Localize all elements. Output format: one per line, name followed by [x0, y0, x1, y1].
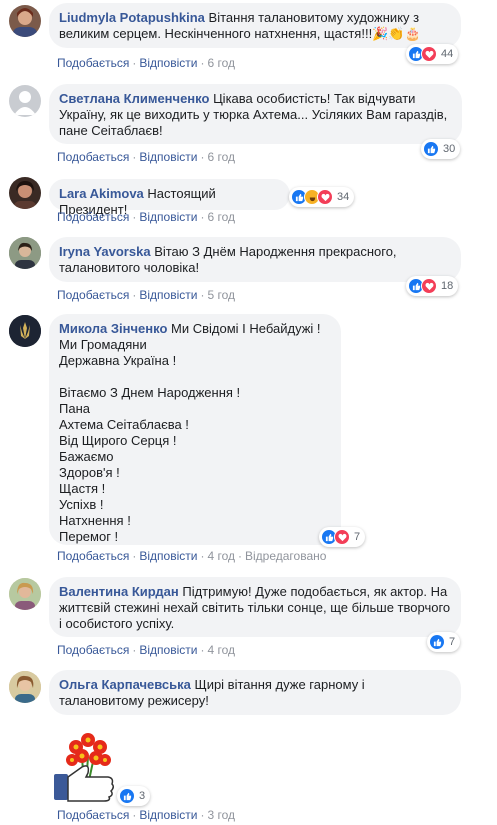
avatar[interactable] [9, 671, 41, 703]
timestamp[interactable]: 6 год [207, 56, 235, 70]
avatar[interactable] [9, 237, 41, 269]
separator: · [132, 808, 137, 822]
reactions-summary[interactable]: 18 [406, 276, 459, 296]
comment-bubble: Iryna Yavorska Вітаю З Днём Народження п… [49, 237, 461, 282]
reply-link[interactable]: Відповісти [139, 808, 197, 822]
separator: · [200, 210, 205, 224]
separator: · [132, 56, 137, 70]
comment-bubble: Liudmyla Potapushkina Вітання талановито… [49, 3, 461, 48]
separator: · [132, 643, 137, 657]
separator: · [200, 808, 205, 822]
separator: · [200, 549, 205, 563]
love-reaction-icon [334, 529, 350, 545]
comment-actions: Подобається · Відповісти · 3 год [57, 808, 235, 822]
reactions-summary[interactable]: 7 [319, 527, 366, 547]
like-link[interactable]: Подобається [57, 288, 129, 302]
comment-author[interactable]: Светлана Клименченко [59, 91, 209, 106]
timestamp[interactable]: 5 год [207, 288, 235, 302]
reply-link[interactable]: Відповісти [139, 643, 197, 657]
separator: · [132, 150, 137, 164]
comment-actions: Подобається · Відповісти · 6 год [57, 210, 235, 224]
flowers-thumbs-up-sticker [52, 727, 124, 803]
reactions-summary[interactable]: 3 [117, 786, 151, 806]
comment-author[interactable]: Ольга Карпачевська [59, 677, 191, 692]
reply-link[interactable]: Відповісти [139, 56, 197, 70]
separator: · [132, 210, 137, 224]
like-link[interactable]: Подобається [57, 808, 129, 822]
reactions-count: 34 [337, 191, 350, 203]
reactions-count: 7 [354, 531, 361, 543]
love-reaction-icon [421, 278, 437, 294]
avatar[interactable] [9, 177, 41, 209]
separator: · [200, 288, 205, 302]
comment-author[interactable]: Микола Зінченко [59, 321, 167, 336]
reactions-count: 18 [441, 280, 454, 292]
edited-label[interactable]: Відредаговано [245, 549, 326, 563]
like-link[interactable]: Подобається [57, 549, 129, 563]
reactions-count: 44 [441, 48, 454, 60]
timestamp[interactable]: 3 год [207, 808, 235, 822]
like-reaction-icon [429, 634, 445, 650]
like-link[interactable]: Подобається [57, 150, 129, 164]
love-reaction-icon [317, 189, 333, 205]
timestamp[interactable]: 6 год [207, 150, 235, 164]
like-reaction-icon [423, 141, 439, 157]
reply-link[interactable]: Відповісти [139, 288, 197, 302]
like-link[interactable]: Подобається [57, 210, 129, 224]
reactions-count: 30 [443, 143, 456, 155]
comment-bubble: Светлана Клименченко Цікава особистість!… [49, 84, 462, 144]
avatar[interactable] [9, 315, 41, 347]
comment-author[interactable]: Iryna Yavorska [59, 244, 151, 259]
separator: · [238, 549, 242, 563]
comment-bubble: Валентина Кирдан Підтримую! Дуже подобає… [49, 577, 461, 637]
separator: · [132, 549, 137, 563]
timestamp[interactable]: 4 год [207, 549, 235, 563]
reactions-summary[interactable]: 34 [289, 187, 355, 207]
reply-link[interactable]: Відповісти [139, 210, 197, 224]
avatar[interactable] [9, 85, 41, 117]
comment-actions: Подобається · Відповісти · 5 год [57, 288, 235, 302]
reactions-summary[interactable]: 30 [421, 139, 461, 159]
separator: · [200, 150, 205, 164]
timestamp[interactable]: 6 год [207, 210, 235, 224]
like-link[interactable]: Подобається [57, 643, 129, 657]
comment-author[interactable]: Lara Akimova [59, 186, 144, 201]
reactions-count: 7 [449, 636, 456, 648]
comment-actions: Подобається · Відповісти · 6 год [57, 150, 235, 164]
reactions-summary[interactable]: 7 [427, 632, 461, 652]
love-reaction-icon [421, 46, 437, 62]
avatar[interactable] [9, 5, 41, 37]
comment-actions: Подобається · Відповісти · 6 год [57, 56, 235, 70]
reply-link[interactable]: Відповісти [139, 549, 197, 563]
reply-link[interactable]: Відповісти [139, 150, 197, 164]
comment-bubble: Микола Зінченко Ми Свідомі І Небайдужі !… [49, 314, 341, 545]
separator: · [132, 288, 137, 302]
timestamp[interactable]: 4 год [207, 643, 235, 657]
reactions-count: 3 [139, 790, 146, 802]
comment-author[interactable]: Валентина Кирдан [59, 584, 179, 599]
reactions-summary[interactable]: 44 [406, 44, 459, 64]
comment-text: Ми Свідомі І Небайдужі ! Ми Громадяни Де… [59, 321, 321, 544]
comment-bubble: Ольга Карпачевська Щирі вітання дуже гар… [49, 670, 461, 715]
comment-author[interactable]: Liudmyla Potapushkina [59, 10, 205, 25]
separator: · [200, 643, 205, 657]
comment-actions: Подобається · Відповісти · 4 год · Відредагова… [57, 549, 326, 563]
comment-bubble: Lara Akimova Настоящий Президент! [49, 179, 290, 217]
like-reaction-icon [119, 788, 135, 804]
avatar[interactable] [9, 578, 41, 610]
separator: · [200, 56, 205, 70]
like-link[interactable]: Подобається [57, 56, 129, 70]
comment-actions: Подобається · Відповісти · 4 год [57, 643, 235, 657]
